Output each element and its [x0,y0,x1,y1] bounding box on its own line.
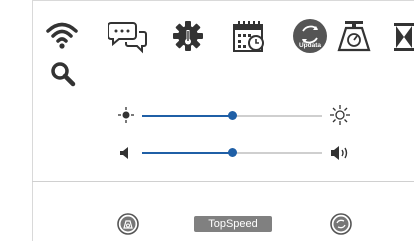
volume-slider-knob[interactable] [228,148,237,157]
volume-slider-fill [142,152,232,154]
gear-icon[interactable] [172,20,204,52]
volume-high-icon [330,145,352,161]
scale-icon[interactable] [337,20,371,52]
refresh-mode-icon[interactable] [330,213,352,235]
calendar-clock-icon[interactable] [232,20,268,54]
wifi-icon[interactable] [45,20,79,50]
scale-mode-icon[interactable] [117,213,139,235]
brightness-low-icon [118,107,134,123]
section-divider [32,181,414,182]
brightness-slider[interactable] [142,111,322,120]
volume-slider[interactable] [142,148,322,157]
brightness-high-icon [330,105,350,125]
volume-low-icon [119,146,133,160]
hourglass-icon[interactable] [392,22,414,52]
search-icon[interactable] [50,61,76,87]
chat-icon[interactable] [108,20,148,54]
update-label: Updata [298,42,322,49]
brightness-slider-knob[interactable] [228,111,237,120]
topspeed-button[interactable]: TopSpeed [194,216,272,232]
brightness-slider-fill [142,115,232,117]
